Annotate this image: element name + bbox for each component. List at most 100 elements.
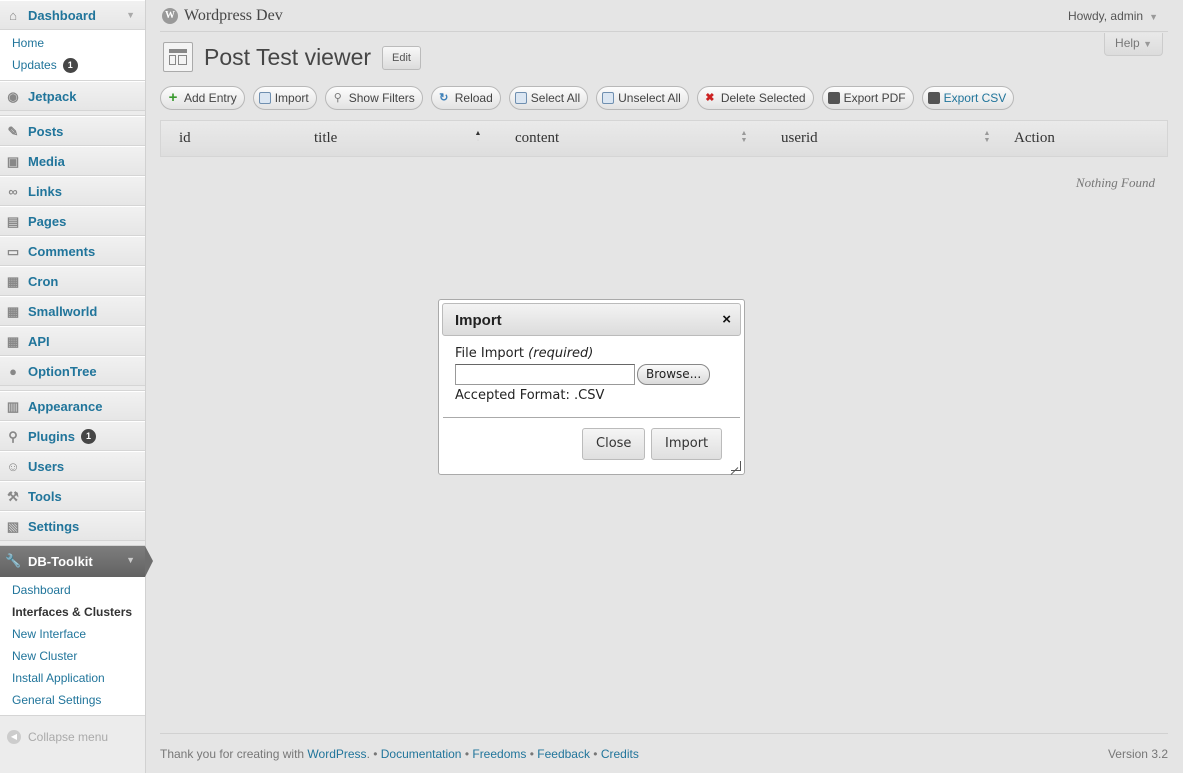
close-icon[interactable]: × — [722, 311, 731, 328]
menu-smallworld-label: Smallworld — [28, 303, 98, 319]
menu-appearance[interactable]: ▥ Appearance — [0, 391, 145, 421]
menu-pages-label: Pages — [28, 213, 67, 229]
sort-ascending-icon[interactable]: ▲ · — [474, 130, 482, 146]
users-icon: ☺ — [6, 459, 20, 474]
plus-icon: + — [168, 89, 178, 106]
menu-cron-label: Cron — [28, 273, 59, 289]
user-menu[interactable]: Howdy, admin ▼ — [1068, 9, 1158, 23]
import-label: Import — [274, 91, 309, 105]
accepted-format-text: Accepted Format: .CSV — [455, 388, 605, 403]
resize-grip-icon[interactable] — [731, 461, 741, 471]
plugins-count-badge: 1 — [80, 428, 96, 444]
menu-media[interactable]: ▣ Media — [0, 146, 145, 176]
show-filters-label: Show Filters — [348, 91, 415, 105]
feedback-link[interactable]: Feedback — [537, 747, 590, 761]
reload-button[interactable]: ↻ Reload — [430, 86, 501, 110]
freedoms-link[interactable]: Freedoms — [472, 747, 526, 761]
reload-icon: ↻ — [439, 92, 449, 104]
submenu-db-dashboard[interactable]: Dashboard — [0, 579, 145, 601]
comment-icon: ▭ — [6, 244, 20, 259]
sort-icon[interactable]: ▲ ▼ — [740, 130, 748, 146]
table-header: id title ▲ · content ▲ ▼ userid ▲ ▼ Action — [160, 120, 1168, 157]
column-header-content[interactable]: content — [515, 121, 559, 156]
import-submit-button[interactable]: Import — [651, 428, 723, 460]
collapse-menu-button[interactable]: ◀ Collapse menu — [0, 722, 145, 752]
menu-tools-label: Tools — [28, 488, 62, 504]
edit-button[interactable]: Edit — [382, 46, 421, 70]
select-all-icon — [514, 92, 527, 104]
menu-cron[interactable]: ▦ Cron — [0, 266, 145, 296]
page-title: Post Test viewer — [204, 44, 372, 70]
chevron-down-icon[interactable]: ▼ — [126, 10, 135, 20]
submenu-new-interface[interactable]: New Interface — [0, 623, 145, 645]
menu-optiontree[interactable]: ● OptionTree — [0, 356, 145, 386]
submenu-general-settings[interactable]: General Settings — [0, 689, 145, 711]
pages-icon: ▤ — [6, 214, 20, 229]
help-tab-button[interactable]: Help ▼ — [1104, 33, 1163, 56]
dialog-body: File Import (required) Browse... Accepte… — [442, 336, 741, 403]
menu-settings-label: Settings — [28, 518, 80, 534]
export-csv-button[interactable]: Export CSV — [921, 86, 1015, 110]
browse-button[interactable]: Browse... — [637, 364, 711, 385]
dialog-title: Import — [455, 312, 502, 329]
pin-icon: ✎ — [7, 124, 19, 139]
required-note: (required) — [528, 346, 594, 361]
export-pdf-label: Export PDF — [843, 91, 906, 105]
credits-link[interactable]: Credits — [601, 747, 639, 761]
footer-credits: Thank you for creating with WordPress. •… — [160, 747, 639, 761]
column-header-id[interactable]: id — [179, 121, 191, 156]
menu-media-label: Media — [28, 153, 65, 169]
close-button[interactable]: Close — [582, 428, 646, 460]
column-header-title[interactable]: title — [314, 121, 337, 156]
menu-pages[interactable]: ▤ Pages — [0, 206, 145, 236]
submenu-home[interactable]: Home — [0, 32, 145, 54]
menu-tools[interactable]: ⚒ Tools — [0, 481, 145, 511]
wordpress-link[interactable]: WordPress — [307, 747, 366, 761]
submenu-new-cluster[interactable]: New Cluster — [0, 645, 145, 667]
export-pdf-button[interactable]: Export PDF — [821, 86, 914, 110]
menu-plugins[interactable]: ⚲ Plugins 1 — [0, 421, 145, 451]
submenu-install-application[interactable]: Install Application — [0, 667, 145, 689]
add-entry-button[interactable]: + Add Entry — [160, 86, 245, 110]
optiontree-icon: ● — [9, 364, 17, 379]
import-dialog: Import × File Import (required) Browse..… — [438, 299, 745, 475]
menu-api[interactable]: ▦ API — [0, 326, 145, 356]
cron-icon: ▦ — [6, 274, 20, 289]
menu-settings[interactable]: ▧ Settings — [0, 511, 145, 541]
menu-links[interactable]: ∞ Links — [0, 176, 145, 206]
submenu-updates[interactable]: Updates 1 — [0, 54, 145, 76]
select-all-button[interactable]: Select All — [508, 86, 589, 110]
menu-users[interactable]: ☺ Users — [0, 451, 145, 481]
help-label: Help — [1115, 36, 1140, 50]
admin-header: W Wordpress Dev Howdy, admin ▼ — [160, 0, 1168, 32]
column-header-userid[interactable]: userid — [781, 121, 818, 156]
menu-dashboard-label: Dashboard — [28, 7, 96, 23]
submenu-interfaces-clusters[interactable]: Interfaces & Clusters — [0, 601, 145, 623]
menu-db-toolkit-label: DB-Toolkit — [28, 554, 93, 569]
menu-comments[interactable]: ▭ Comments — [0, 236, 145, 266]
menu-plugins-label: Plugins — [28, 428, 75, 444]
collapse-menu-label: Collapse menu — [28, 730, 109, 744]
jetpack-icon: ◉ — [7, 89, 19, 104]
menu-db-toolkit[interactable]: 🔧 DB-Toolkit ▼ — [0, 546, 153, 577]
show-filters-button[interactable]: ⚲ Show Filters — [324, 86, 423, 110]
site-title[interactable]: Wordpress Dev — [184, 7, 283, 25]
footer-thanks: Thank you for creating with — [160, 747, 305, 761]
delete-selected-button[interactable]: ✖ Delete Selected — [696, 86, 814, 110]
file-path-field[interactable] — [455, 364, 635, 385]
menu-smallworld[interactable]: ▦ Smallworld — [0, 296, 145, 326]
toolbar: + Add Entry Import ⚲ Show Filters ↻ Reload … — [160, 86, 1015, 110]
chevron-down-icon[interactable]: ▼ — [126, 555, 135, 565]
db-toolkit-submenu: Dashboard Interfaces & Clusters New Inte… — [0, 577, 145, 716]
documentation-link[interactable]: Documentation — [381, 747, 462, 761]
menu-jetpack-label: Jetpack — [28, 88, 77, 104]
dashboard-submenu: Home Updates 1 — [0, 30, 145, 81]
version-text: Version 3.2 — [1107, 747, 1168, 761]
menu-jetpack[interactable]: ◉ Jetpack — [0, 81, 145, 111]
dialog-titlebar[interactable]: Import × — [442, 303, 741, 336]
menu-dashboard[interactable]: ⌂ Dashboard ▼ — [0, 0, 145, 30]
import-button[interactable]: Import — [252, 86, 317, 110]
sort-icon[interactable]: ▲ ▼ — [983, 130, 991, 146]
unselect-all-button[interactable]: Unselect All — [596, 86, 689, 110]
menu-posts[interactable]: ✎ Posts — [0, 116, 145, 146]
